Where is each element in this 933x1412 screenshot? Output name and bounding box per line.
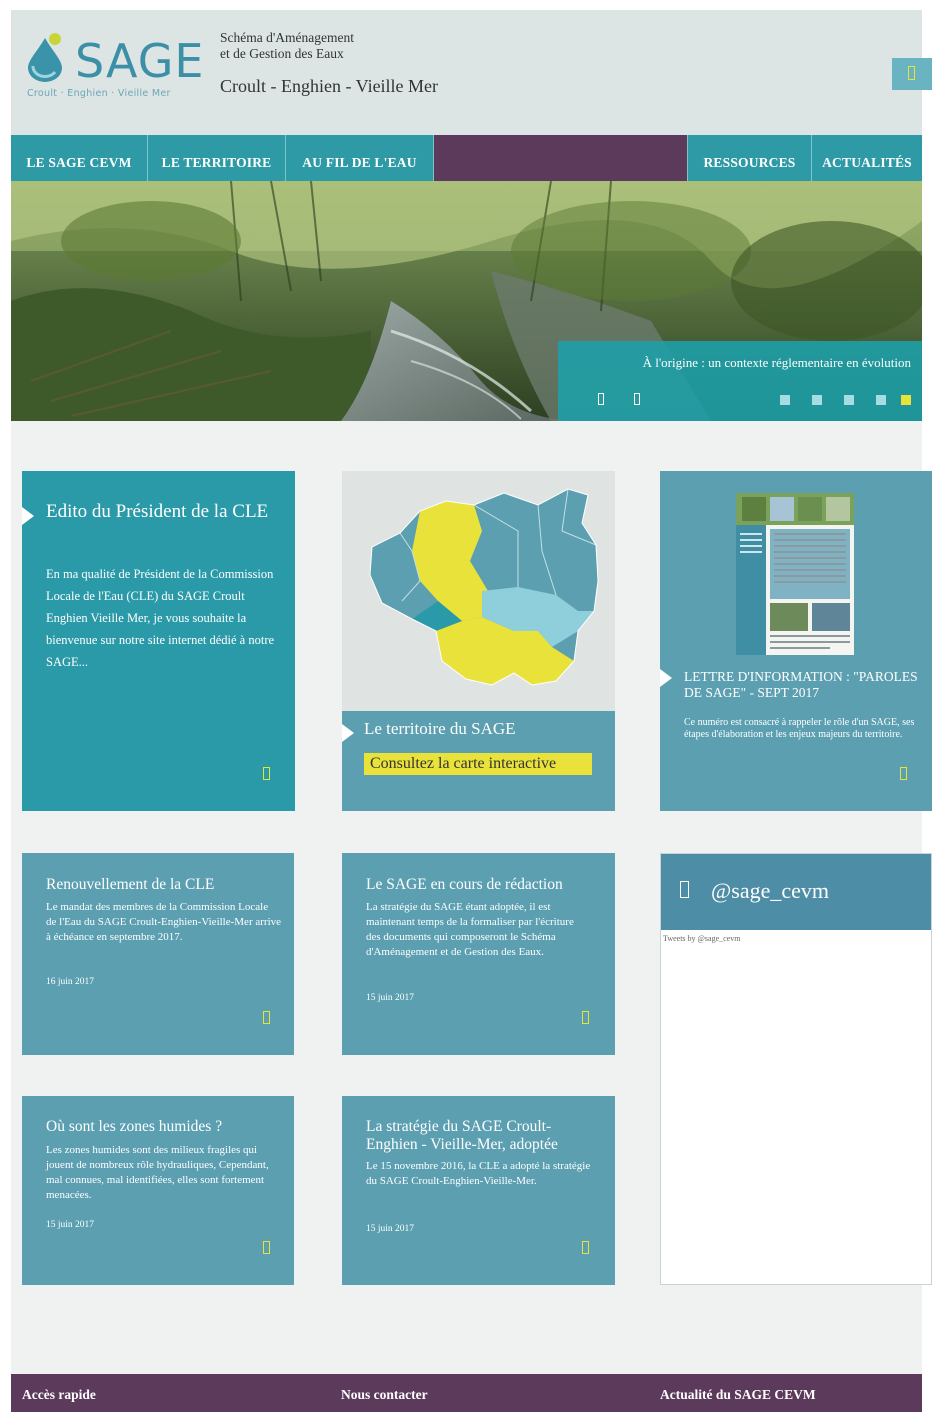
bars-icon	[908, 66, 915, 80]
card-text: Ce numéro est consacré à rappeler le rôl…	[684, 717, 915, 740]
footer-link-acces-rapide[interactable]: Accès rapide	[22, 1387, 96, 1403]
card-territoire[interactable]: Le territoire du SAGE Consultez la carte…	[342, 471, 615, 811]
logo-wordmark: SAGE	[75, 34, 205, 88]
logo-tagline: Croult · Enghien · Vieille Mer	[27, 88, 171, 99]
news-title: Le SAGE en cours de rédaction	[366, 876, 563, 893]
card-title: Edito du Président de la CLE	[46, 501, 269, 522]
card-text: En ma qualité de Président de la Commiss…	[46, 567, 275, 669]
news-date: 15 juin 2017	[366, 993, 415, 1003]
twitter-icon	[680, 881, 689, 898]
read-more-icon[interactable]	[582, 1241, 589, 1254]
news-excerpt: Le mandat des membres de la Commission L…	[46, 901, 282, 943]
territory-map[interactable]	[342, 471, 615, 711]
hero-caption-panel: À l'origine : un contexte réglementaire …	[558, 341, 922, 421]
card-title: LETTRE D'INFORMATION : "PAROLES DE SAGE"…	[684, 669, 918, 700]
read-more-icon[interactable]	[263, 1241, 270, 1254]
footer-link-nous-contacter[interactable]: Nous contacter	[341, 1387, 428, 1403]
subtitle-line-1: Schéma d'Aménagement	[220, 30, 355, 45]
slide-dot[interactable]	[844, 395, 854, 405]
news-title: Où sont les zones humides ?	[46, 1118, 223, 1135]
newsletter-cover-image[interactable]	[736, 493, 854, 655]
slide-dot[interactable]	[876, 395, 886, 405]
pointer-icon	[22, 507, 34, 525]
hero-caption[interactable]: À l'origine : un contexte réglementaire …	[643, 355, 911, 371]
site-subtitle: Schéma d'Aménagement et de Gestion des E…	[220, 30, 354, 62]
news-card[interactable]: Le SAGE en cours de rédaction La stratég…	[342, 853, 615, 1055]
read-more-icon[interactable]	[900, 767, 907, 780]
news-card[interactable]: La stratégie du SAGE Croult-Enghien - Vi…	[342, 1096, 615, 1285]
site-title: Croult - Enghien - Vieille Mer	[220, 76, 439, 96]
slide-dot[interactable]	[780, 395, 790, 405]
news-date: 15 juin 2017	[366, 1224, 415, 1234]
site-logo[interactable]: SAGE Croult · Enghien · Vieille Mer	[23, 16, 203, 106]
card-edito[interactable]: Edito du Président de la CLE En ma quali…	[22, 471, 295, 811]
site-footer: Accès rapide Nous contacter Actualité du…	[11, 1374, 922, 1412]
news-date: 16 juin 2017	[46, 977, 95, 987]
pointer-icon	[342, 724, 354, 742]
read-more-icon[interactable]	[263, 1011, 270, 1024]
water-drop-icon	[28, 33, 62, 82]
pointer-icon	[660, 669, 672, 687]
news-excerpt: Le 15 novembre 2016, la CLE a adopté la …	[366, 1160, 591, 1187]
news-excerpt: La stratégie du SAGE étant adoptée, il e…	[366, 901, 574, 958]
card-title: Le territoire du SAGE	[364, 719, 516, 738]
next-slide-icon[interactable]	[634, 393, 640, 405]
slide-dot[interactable]	[812, 395, 822, 405]
read-more-icon[interactable]	[263, 767, 270, 780]
hero-slider[interactable]: À l'origine : un contexte réglementaire …	[11, 181, 922, 421]
news-excerpt: Les zones humides sont des milieux fragi…	[46, 1144, 269, 1201]
news-date: 15 juin 2017	[46, 1220, 95, 1230]
site-header: SAGE Croult · Enghien · Vieille Mer Sché…	[11, 10, 932, 135]
menu-button[interactable]	[892, 58, 932, 90]
twitter-handle: @sage_cevm	[711, 878, 829, 903]
news-card[interactable]: Où sont les zones humides ? Les zones hu…	[22, 1096, 294, 1285]
interactive-map-link[interactable]: Consultez la carte interactive	[364, 753, 592, 775]
twitter-header[interactable]: @sage_cevm	[661, 854, 931, 930]
card-lettre-information[interactable]: LETTRE D'INFORMATION : "PAROLES DE SAGE"…	[660, 471, 932, 811]
twitter-embed-link[interactable]: Tweets by @sage_cevm	[663, 934, 740, 943]
news-card[interactable]: Renouvellement de la CLE Le mandat des m…	[22, 853, 294, 1055]
read-more-icon[interactable]	[582, 1011, 589, 1024]
news-title: Renouvellement de la CLE	[46, 876, 215, 893]
footer-link-actualite[interactable]: Actualité du SAGE CEVM	[660, 1387, 816, 1403]
prev-slide-icon[interactable]	[598, 393, 604, 405]
subtitle-line-2: et de Gestion des Eaux	[220, 46, 344, 61]
slide-dot-active[interactable]	[901, 395, 911, 405]
news-title: La stratégie du SAGE Croult-Enghien - Vi…	[366, 1118, 558, 1153]
twitter-widget: @sage_cevm Tweets by @sage_cevm	[660, 853, 932, 1285]
